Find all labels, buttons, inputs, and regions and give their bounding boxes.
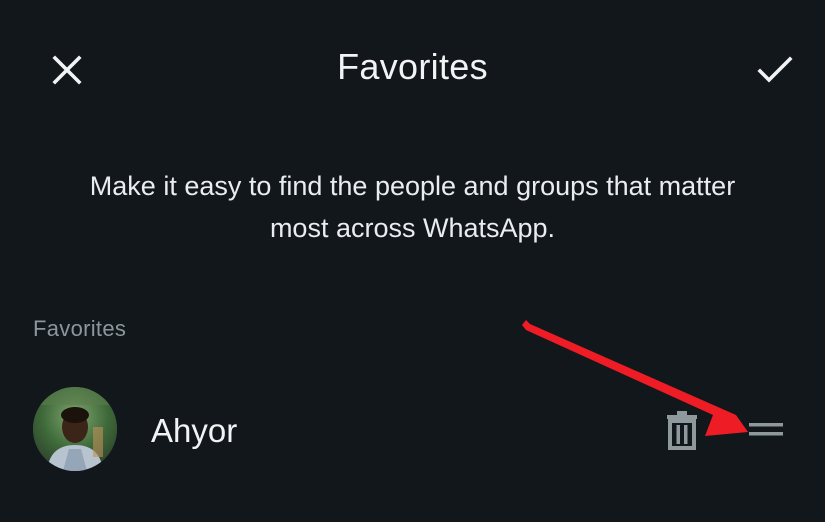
favorites-description: Make it easy to find the people and grou… <box>89 171 736 243</box>
top-app-bar: Favorites <box>0 0 825 140</box>
contact-photo <box>33 387 117 471</box>
reorder-handle[interactable] <box>738 402 794 458</box>
confirm-button[interactable] <box>747 42 803 98</box>
drag-handle-icon <box>749 423 783 436</box>
favorite-contact-row[interactable]: Ahyor <box>0 378 825 482</box>
favorites-section-header: Favorites <box>33 316 127 341</box>
check-icon <box>757 56 793 83</box>
contact-avatar[interactable] <box>33 387 117 471</box>
page-title: Favorites <box>337 46 488 87</box>
trash-icon <box>667 411 697 450</box>
remove-favorite-button[interactable] <box>654 402 710 458</box>
contact-name: Ahyor <box>151 412 238 449</box>
